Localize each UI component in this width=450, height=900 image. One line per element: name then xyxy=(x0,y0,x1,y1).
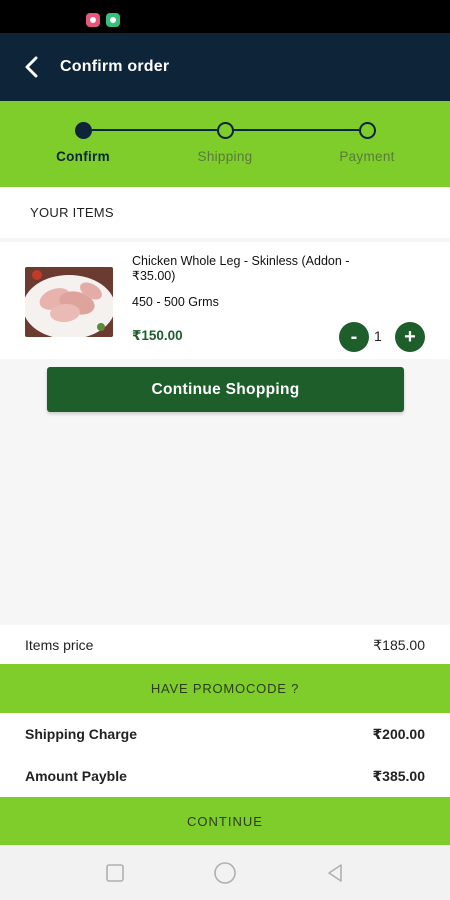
cart-item: Chicken Whole Leg - Skinless (Addon - ₹3… xyxy=(0,242,450,359)
step-confirm-indicator xyxy=(75,122,92,139)
continue-button[interactable]: CONTINUE xyxy=(0,797,450,845)
system-navigation-bar xyxy=(0,845,450,900)
amount-payable-value: ₹385.00 xyxy=(372,767,425,784)
step-payment-label: Payment xyxy=(339,149,395,164)
amount-payable-label: Amount Payble xyxy=(25,768,127,784)
quantity-value: 1 xyxy=(374,328,382,344)
notification-icon xyxy=(86,13,100,27)
shipping-charge-value: ₹200.00 xyxy=(372,725,425,742)
step-shipping-label: Shipping xyxy=(197,149,253,164)
item-price: ₹150.00 xyxy=(132,328,183,343)
recent-apps-icon[interactable] xyxy=(100,858,130,888)
step-connector xyxy=(234,129,359,131)
home-icon[interactable] xyxy=(210,858,240,888)
status-bar xyxy=(0,0,450,33)
order-stepper: Confirm Shipping Payment xyxy=(0,101,450,187)
item-weight: 450 - 500 Grms xyxy=(132,295,219,309)
continue-shopping-button[interactable]: Continue Shopping xyxy=(47,367,404,412)
step-payment-indicator xyxy=(359,122,376,139)
chicken-leg-photo xyxy=(25,267,113,337)
items-price-value: ₹185.00 xyxy=(373,636,425,653)
whatsapp-icon xyxy=(106,13,120,27)
step-connector xyxy=(92,129,217,131)
items-price-row: Items price ₹185.00 xyxy=(0,625,450,665)
your-items-heading: YOUR ITEMS xyxy=(0,187,450,238)
items-price-label: Items price xyxy=(25,637,94,653)
item-name: Chicken Whole Leg - Skinless (Addon - ₹3… xyxy=(132,254,350,283)
promocode-button[interactable]: HAVE PROMOCODE ? xyxy=(0,664,450,713)
page-title: Confirm order xyxy=(60,58,170,75)
step-confirm-label: Confirm xyxy=(56,149,110,164)
increase-quantity-button[interactable]: + xyxy=(395,322,425,352)
amount-payable-row: Amount Payble ₹385.00 xyxy=(0,755,450,797)
decrease-quantity-button[interactable]: - xyxy=(339,322,369,352)
shipping-charge-label: Shipping Charge xyxy=(25,726,137,742)
shipping-charge-row: Shipping Charge ₹200.00 xyxy=(0,713,450,755)
app-bar: Confirm order xyxy=(0,33,450,101)
back-arrow-icon[interactable] xyxy=(12,47,52,87)
step-shipping-indicator xyxy=(217,122,234,139)
back-nav-icon[interactable] xyxy=(320,858,350,888)
